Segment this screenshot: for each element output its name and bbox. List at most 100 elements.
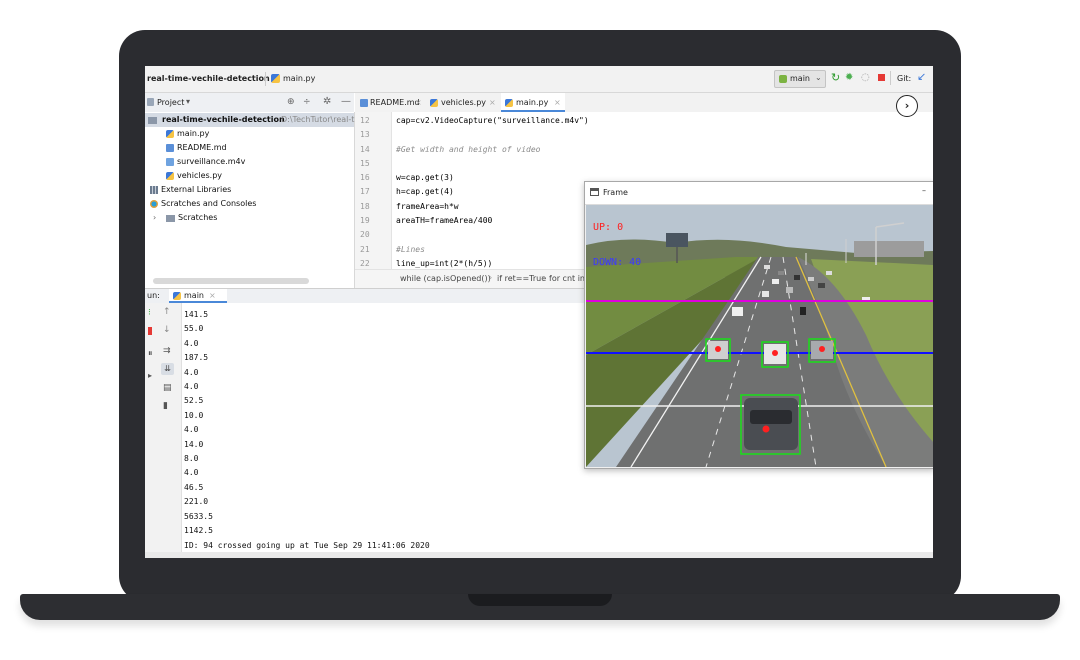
centroid bbox=[762, 425, 770, 433]
pause-icon[interactable]: ⏸ bbox=[148, 349, 158, 359]
code-line: frameArea=h*w bbox=[396, 201, 459, 211]
console-line: 4.0 bbox=[184, 468, 199, 478]
car bbox=[772, 279, 779, 284]
tree-item-label: Scratches and Consoles bbox=[161, 199, 257, 208]
run-config-icon bbox=[779, 75, 787, 83]
print-icon[interactable]: ▤ bbox=[163, 383, 173, 393]
tree-item-label: Scratches bbox=[178, 213, 218, 222]
tab-readme[interactable]: README.md × bbox=[357, 93, 423, 112]
library-icon bbox=[150, 186, 158, 194]
scroll-to-end-icon[interactable]: ⇊ bbox=[161, 363, 174, 375]
hide-panel-icon[interactable]: — bbox=[341, 96, 351, 107]
chevron-down-icon[interactable]: ▾ bbox=[186, 97, 190, 106]
close-icon[interactable]: × bbox=[209, 291, 216, 300]
title-project-name[interactable]: real-time-vechile-detection bbox=[147, 74, 270, 83]
close-icon[interactable]: × bbox=[554, 98, 561, 107]
console-line: ID: 94 crossed going up at Tue Sep 29 11… bbox=[184, 540, 430, 550]
billboard bbox=[666, 233, 688, 247]
run-tab-main[interactable]: main × bbox=[169, 289, 227, 303]
coverage-icon[interactable]: ◌ bbox=[861, 72, 870, 84]
stop-icon[interactable] bbox=[878, 74, 885, 81]
car bbox=[808, 277, 814, 281]
stop-icon[interactable] bbox=[148, 327, 152, 335]
project-icon bbox=[147, 98, 154, 106]
minimize-icon[interactable]: – bbox=[922, 186, 926, 195]
car bbox=[764, 265, 770, 269]
tree-item-label: External Libraries bbox=[161, 185, 232, 194]
editor-tabs: README.md × vehicles.py × main.py × bbox=[355, 93, 933, 113]
console-line: 187.5 bbox=[184, 353, 209, 363]
console-line: 1142.5 bbox=[184, 526, 213, 536]
laptop-screen: real-time-vechile-detection main.py main… bbox=[145, 66, 933, 558]
trash-icon[interactable]: ▮ bbox=[163, 401, 173, 411]
code-comment: #Get width and height of video bbox=[396, 144, 541, 154]
console-line: 8.0 bbox=[184, 454, 199, 464]
project-panel-header: Project ▾ ⊕ ÷ ✲ — bbox=[145, 93, 354, 113]
title-file-name[interactable]: main.py bbox=[283, 74, 315, 83]
code-line: line_up=int(2*(h/5)) bbox=[396, 258, 493, 268]
arrow-down-icon[interactable]: ↓ bbox=[163, 325, 173, 335]
building bbox=[854, 241, 924, 257]
tree-scrollbar[interactable] bbox=[153, 278, 309, 284]
debug-icon[interactable]: ✹ bbox=[845, 72, 853, 84]
next-arrow-button[interactable]: › bbox=[896, 95, 918, 117]
console-line: 221.0 bbox=[184, 497, 209, 507]
frame-title: Frame bbox=[603, 188, 628, 197]
rerun-icon[interactable]: ↻ bbox=[831, 72, 840, 84]
console-line: 141.5 bbox=[184, 310, 209, 319]
chevron-right-icon: › bbox=[489, 273, 493, 282]
breadcrumb-item[interactable]: while (cap.isOpened()) bbox=[400, 274, 491, 283]
line-number: 14 bbox=[360, 144, 370, 154]
console-line: 5633.5 bbox=[184, 511, 213, 521]
pin-icon[interactable]: ▸ bbox=[148, 371, 158, 381]
python-file-icon bbox=[271, 74, 280, 83]
tree-item-label: real-time-vechile-detection bbox=[162, 115, 285, 124]
python-file-icon bbox=[430, 99, 438, 107]
close-icon[interactable]: × bbox=[415, 98, 422, 107]
locate-icon[interactable]: ⊕ bbox=[287, 97, 295, 107]
branch-selector[interactable]: main ⌄ bbox=[774, 70, 826, 88]
git-label: Git: bbox=[897, 74, 912, 83]
console-lines: 141.5 55.0 4.0 187.5 4.0 4.0 52.5 10.0 4… bbox=[184, 308, 430, 553]
code-lines: cap=cv2.VideoCapture("surveillance.m4v")… bbox=[396, 114, 589, 269]
frame-window[interactable]: Frame – UP: 0 DOWN: 40 bbox=[584, 181, 933, 469]
tab-label: vehicles.py bbox=[441, 98, 487, 107]
console-line: 4.0 bbox=[184, 382, 199, 392]
code-comment: #Lines bbox=[396, 244, 425, 254]
video-frame: UP: 0 DOWN: 40 bbox=[586, 205, 933, 467]
console-line: 10.0 bbox=[184, 410, 204, 420]
motorbike bbox=[800, 307, 806, 315]
scratch-icon bbox=[150, 200, 158, 208]
highway-scene bbox=[586, 205, 933, 467]
line-numbers: 12 13 14 15 16 17 18 19 20 21 22 bbox=[360, 114, 370, 271]
git-update-icon[interactable]: ↙ bbox=[917, 70, 926, 84]
chevron-down-icon: ⌄ bbox=[815, 73, 822, 82]
car bbox=[786, 287, 793, 293]
collapse-all-icon[interactable]: ÷ bbox=[303, 97, 311, 107]
laptop-notch bbox=[468, 594, 612, 606]
frame-title-bar[interactable]: Frame – bbox=[585, 182, 933, 205]
gear-icon[interactable]: ✲ bbox=[323, 96, 331, 107]
line-number: 12 bbox=[360, 116, 370, 125]
rerun-icon[interactable]: ⁝ bbox=[148, 308, 158, 318]
soft-wrap-icon[interactable]: ⇉ bbox=[163, 346, 173, 356]
arrow-up-icon[interactable]: ↑ bbox=[163, 307, 173, 317]
project-panel-label[interactable]: Project bbox=[157, 98, 184, 107]
chevron-right-icon[interactable]: › bbox=[153, 211, 156, 225]
line-number: 16 bbox=[360, 173, 370, 183]
down-counter: DOWN: 40 bbox=[593, 257, 642, 268]
line-number: 15 bbox=[360, 158, 370, 168]
tree-item[interactable]: real-time-vechile-detection D:\TechTutor… bbox=[145, 113, 377, 127]
close-icon[interactable]: × bbox=[489, 98, 496, 107]
car bbox=[778, 271, 784, 275]
tab-main[interactable]: main.py × bbox=[501, 93, 565, 112]
breadcrumb-item[interactable]: if ret==True bbox=[497, 274, 546, 283]
car bbox=[762, 291, 769, 297]
tree-item-label: vehicles.py bbox=[177, 171, 223, 180]
status-bar bbox=[145, 552, 933, 558]
console-line: 4.0 bbox=[184, 367, 199, 377]
tab-vehicles[interactable]: vehicles.py × bbox=[427, 93, 497, 112]
car bbox=[732, 307, 743, 316]
line-number-gutter: 12 13 14 15 16 17 18 19 20 21 22 bbox=[355, 112, 392, 269]
